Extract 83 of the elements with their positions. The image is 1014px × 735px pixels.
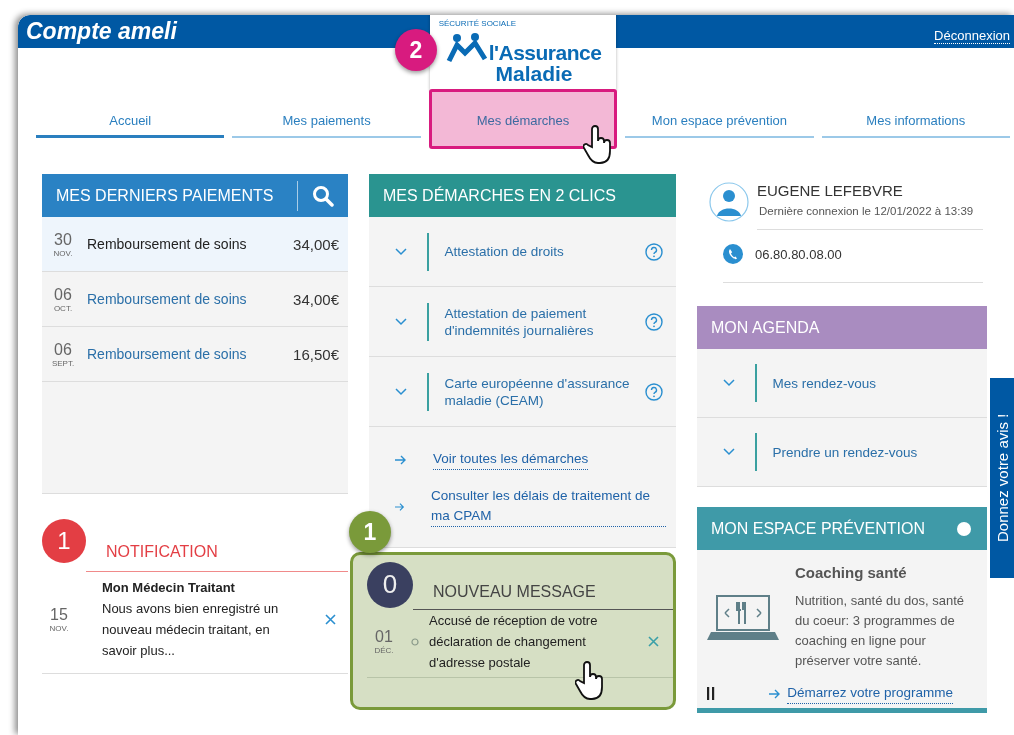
procedure-link[interactable]: Voir toutes les démarches [433, 449, 589, 470]
payment-amount: 16,50€ [293, 345, 339, 363]
close-icon[interactable] [648, 636, 659, 647]
step-badge: 1 [349, 511, 391, 553]
arrow-right-icon [395, 501, 405, 512]
panel-title: MON AGENDA [711, 318, 820, 337]
payment-label: Remboursement de soins [87, 236, 248, 252]
date-month: NOV. [53, 248, 73, 258]
site-title: Compte ameli [26, 18, 177, 45]
accordion-label: Attestation de droits [444, 243, 565, 260]
date-month: OCT. [53, 303, 73, 313]
payment-amount: 34,00€ [293, 235, 339, 253]
help-icon[interactable] [645, 242, 663, 261]
date-month: SEPT. [51, 358, 75, 368]
help-icon[interactable] [645, 382, 663, 401]
hand-cursor-icon [575, 661, 605, 701]
message-count: 0 [367, 561, 413, 608]
payment-row[interactable]: 30 NOV. Remboursement de soins 34,00€ [42, 217, 348, 272]
feedback-tab[interactable]: Donnez votre avis ! [990, 378, 1014, 578]
payment-row[interactable]: 06 OCT. Remboursement de soins 34,00€ [42, 272, 348, 327]
nav-tab[interactable]: Mes paiements [232, 107, 421, 138]
panel-title: MES DÉMARCHES EN 2 CLICS [383, 186, 616, 205]
logout-link[interactable]: Déconnexion [934, 27, 1010, 44]
message-text[interactable]: Accusé de réception de votre déclaration de changement d'adresse postale [429, 610, 638, 673]
unread-dot-icon [411, 637, 419, 646]
people-icon [444, 31, 489, 65]
accordion-label: Mes rendez-vous [772, 374, 878, 392]
payment-label: Remboursement de soins [87, 346, 248, 362]
card-title: Coaching santé [795, 564, 908, 581]
payment-amount: 34,00€ [293, 290, 339, 308]
notification-heading: Mon Médecin Traitant [102, 579, 236, 597]
chevron-down-icon [395, 317, 407, 326]
date-month: DÉC. [374, 646, 394, 655]
search-icon[interactable] [312, 184, 334, 207]
date-month: NOV. [49, 623, 69, 633]
chevron-down-icon [723, 448, 735, 456]
accordion-label: Prendre un rendez-vous [772, 443, 919, 461]
close-icon[interactable] [325, 613, 336, 625]
card-description: Nutrition, santé du dos, santé du coeur: 3 programmes de coaching en ligne pour préserver votre santé. [795, 592, 966, 670]
accordion-label: Carte européenne d'assurance maladie (CEAM) [444, 374, 631, 409]
nav-tab[interactable]: Mes informations [821, 107, 1011, 138]
laptop-icon [707, 593, 779, 642]
date-day: 06 [54, 285, 72, 304]
nav-tab[interactable]: Mes démarches [428, 89, 618, 149]
user-name: EUGENE LEFEBVRE [757, 182, 904, 199]
accordion-row[interactable]: Attestation de paiement d'indemnités journalières [369, 287, 676, 357]
phone-icon [723, 244, 743, 264]
nav-tab[interactable]: Mon espace prévention [625, 107, 814, 138]
notification-count: 1 [42, 519, 86, 563]
message-title: NOUVEAU MESSAGE [413, 583, 673, 610]
chevron-down-icon [723, 379, 735, 387]
date-day: 01 [375, 628, 393, 646]
payment-row[interactable]: 06 SEPT. Remboursement de soins 16,50€ [42, 327, 348, 382]
nav-tab[interactable]: Accueil [36, 107, 225, 138]
user-avatar-icon [709, 182, 749, 222]
date-day: 06 [54, 340, 72, 359]
chevron-down-icon [395, 247, 407, 256]
logo-arc-text: SÉCURITÉ SOCIALE [438, 19, 516, 28]
program-link[interactable]: Démarrez votre programme [787, 683, 953, 704]
accordion-row[interactable]: Attestation de droits [369, 217, 676, 287]
logo-text: Maladie [495, 62, 573, 86]
arrow-right-icon [769, 688, 782, 699]
notification-title: NOTIFICATION [86, 531, 348, 572]
accordion-label: Attestation de paiement d'indemnités journalières [444, 304, 595, 339]
payment-label: Remboursement de soins [87, 291, 248, 307]
help-icon[interactable] [645, 312, 663, 331]
chevron-down-icon [395, 387, 407, 396]
last-login-text: Dernière connexion le 12/01/2022 à 13:39 [757, 205, 983, 230]
panel-title: MES DERNIERS PAIEMENTS [56, 186, 274, 205]
logo-text: l'Assurance [488, 41, 602, 65]
arrow-right-icon [395, 454, 407, 465]
pause-icon[interactable] [707, 687, 715, 700]
phone-number: 06.80.80.08.00 [755, 246, 842, 262]
carousel-dot-icon[interactable] [957, 521, 971, 536]
accordion-row[interactable]: Carte européenne d'assurance maladie (CEAM) [369, 357, 676, 427]
accordion-row[interactable]: Prendre un rendez-vous [697, 418, 987, 487]
date-day: 30 [54, 230, 72, 249]
accordion-row[interactable]: Mes rendez-vous [697, 349, 987, 418]
date-day: 15 [50, 605, 68, 624]
panel-title: MON ESPACE PRÉVENTION [711, 519, 925, 538]
hand-cursor-icon [582, 125, 613, 165]
procedure-link[interactable]: Consulter les délais de traitement de ma CPAM [430, 486, 666, 527]
notification-text: Nous avons bien enregistré un nouveau médecin traitant, en savoir plus... [102, 600, 280, 660]
